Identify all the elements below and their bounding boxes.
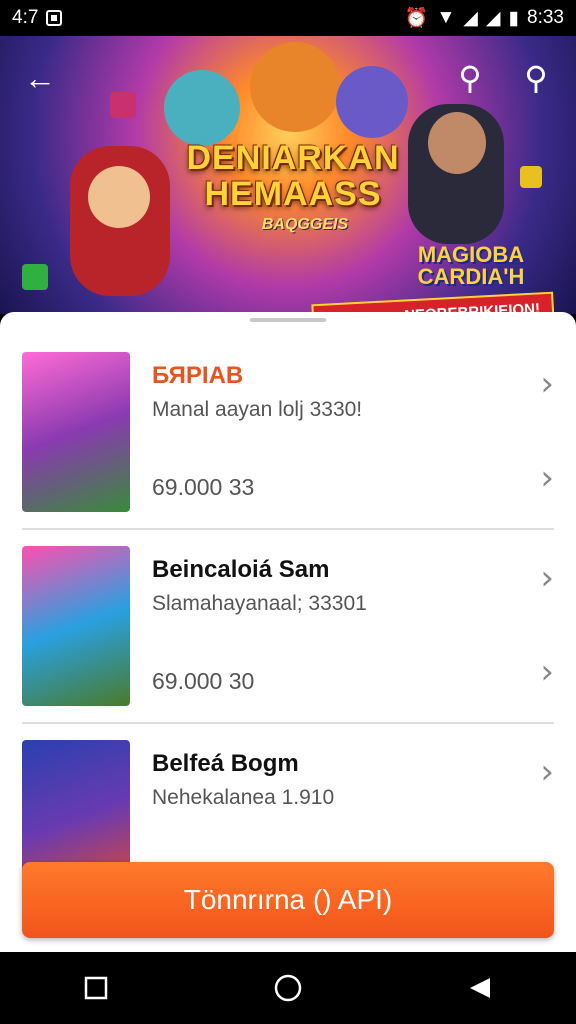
product-list-sheet: БЯPIAB Manal aayan lolj 3330! 69.000 33 … (0, 312, 576, 952)
product-thumbnail (22, 546, 130, 706)
primary-action-button[interactable]: Tönnrırna () API) (22, 862, 554, 938)
back-nav-button[interactable] (460, 968, 500, 1008)
coin-art (110, 92, 136, 118)
item-subtitle: Nehekalanea 1.910 (152, 786, 335, 809)
character-art (428, 112, 486, 174)
search-button-2[interactable]: ⚲ (514, 56, 558, 100)
hero-banner[interactable]: ← ⚲ ⚲ DENIARKAN HEMAASS BAQGGEIS MAGIOBA… (0, 36, 576, 314)
character-art (336, 66, 408, 138)
battery-icon: ▮ (508, 7, 520, 29)
list-item[interactable]: БЯPIAB Manal aayan lolj 3330! 69.000 33 … (22, 312, 554, 512)
banner-badge: MAGIOBA CARDIA'H (417, 242, 525, 289)
recents-button[interactable] (76, 968, 116, 1008)
item-subtitle: Manal aayan lolj 3330! (152, 398, 363, 421)
coin-art (520, 166, 542, 188)
square-icon (84, 976, 108, 1000)
wifi-icon: ▼ (436, 7, 456, 28)
chevron-right-icon[interactable]: › (540, 458, 554, 498)
notification-icon (46, 10, 63, 26)
primary-action-label: Tönnrırna () API) (183, 884, 393, 915)
character-art (250, 42, 340, 132)
character-art (88, 166, 150, 228)
item-subtitle: Slamahayanaal; 33301 (152, 592, 367, 615)
alarm-icon: ⏰ (404, 8, 429, 29)
character-art (164, 70, 240, 146)
banner-title: DENIARKAN HEMAASS (186, 139, 400, 213)
back-button[interactable]: ← (18, 56, 62, 100)
search-icon: ⚲ (524, 60, 548, 96)
chevron-right-icon[interactable]: › (540, 364, 554, 404)
item-title: Beincaloiá Sam (152, 556, 330, 583)
triangle-back-icon (470, 978, 490, 998)
status-clock: 8:33 (527, 7, 564, 28)
status-time: 4:7 (12, 7, 39, 28)
chevron-right-icon[interactable]: › (540, 652, 554, 692)
status-bar: 4:7 ⏰ ▼ ◢ ◢ ▮ 8:33 (0, 0, 576, 36)
back-arrow-icon: ← (24, 59, 56, 96)
search-icon: ⚲ (458, 60, 482, 96)
signal-icon: ◢ (463, 7, 478, 29)
item-price: 69.000 30 (152, 668, 255, 694)
system-nav-bar (0, 952, 576, 1024)
banner-subtitle: BAQGGEIS (261, 216, 349, 233)
item-title: БЯPIAB (152, 362, 244, 389)
search-button[interactable]: ⚲ (448, 56, 492, 100)
circle-icon (274, 974, 302, 1002)
home-button[interactable] (268, 968, 308, 1008)
signal-icon-2: ◢ (485, 7, 501, 29)
chevron-right-icon[interactable]: › (540, 558, 554, 598)
list-item[interactable]: Beincaloiá Sam Slamahayanaal; 33301 69.0… (22, 506, 554, 706)
item-price: 69.000 33 (152, 474, 255, 500)
product-thumbnail (22, 352, 130, 512)
item-title: Belfeá Bogm (152, 750, 299, 777)
chevron-right-icon[interactable]: › (540, 752, 554, 792)
banner-ribbon: Perragann NEOBEBRIKIEION! (311, 291, 555, 314)
coin-art (22, 264, 48, 290)
